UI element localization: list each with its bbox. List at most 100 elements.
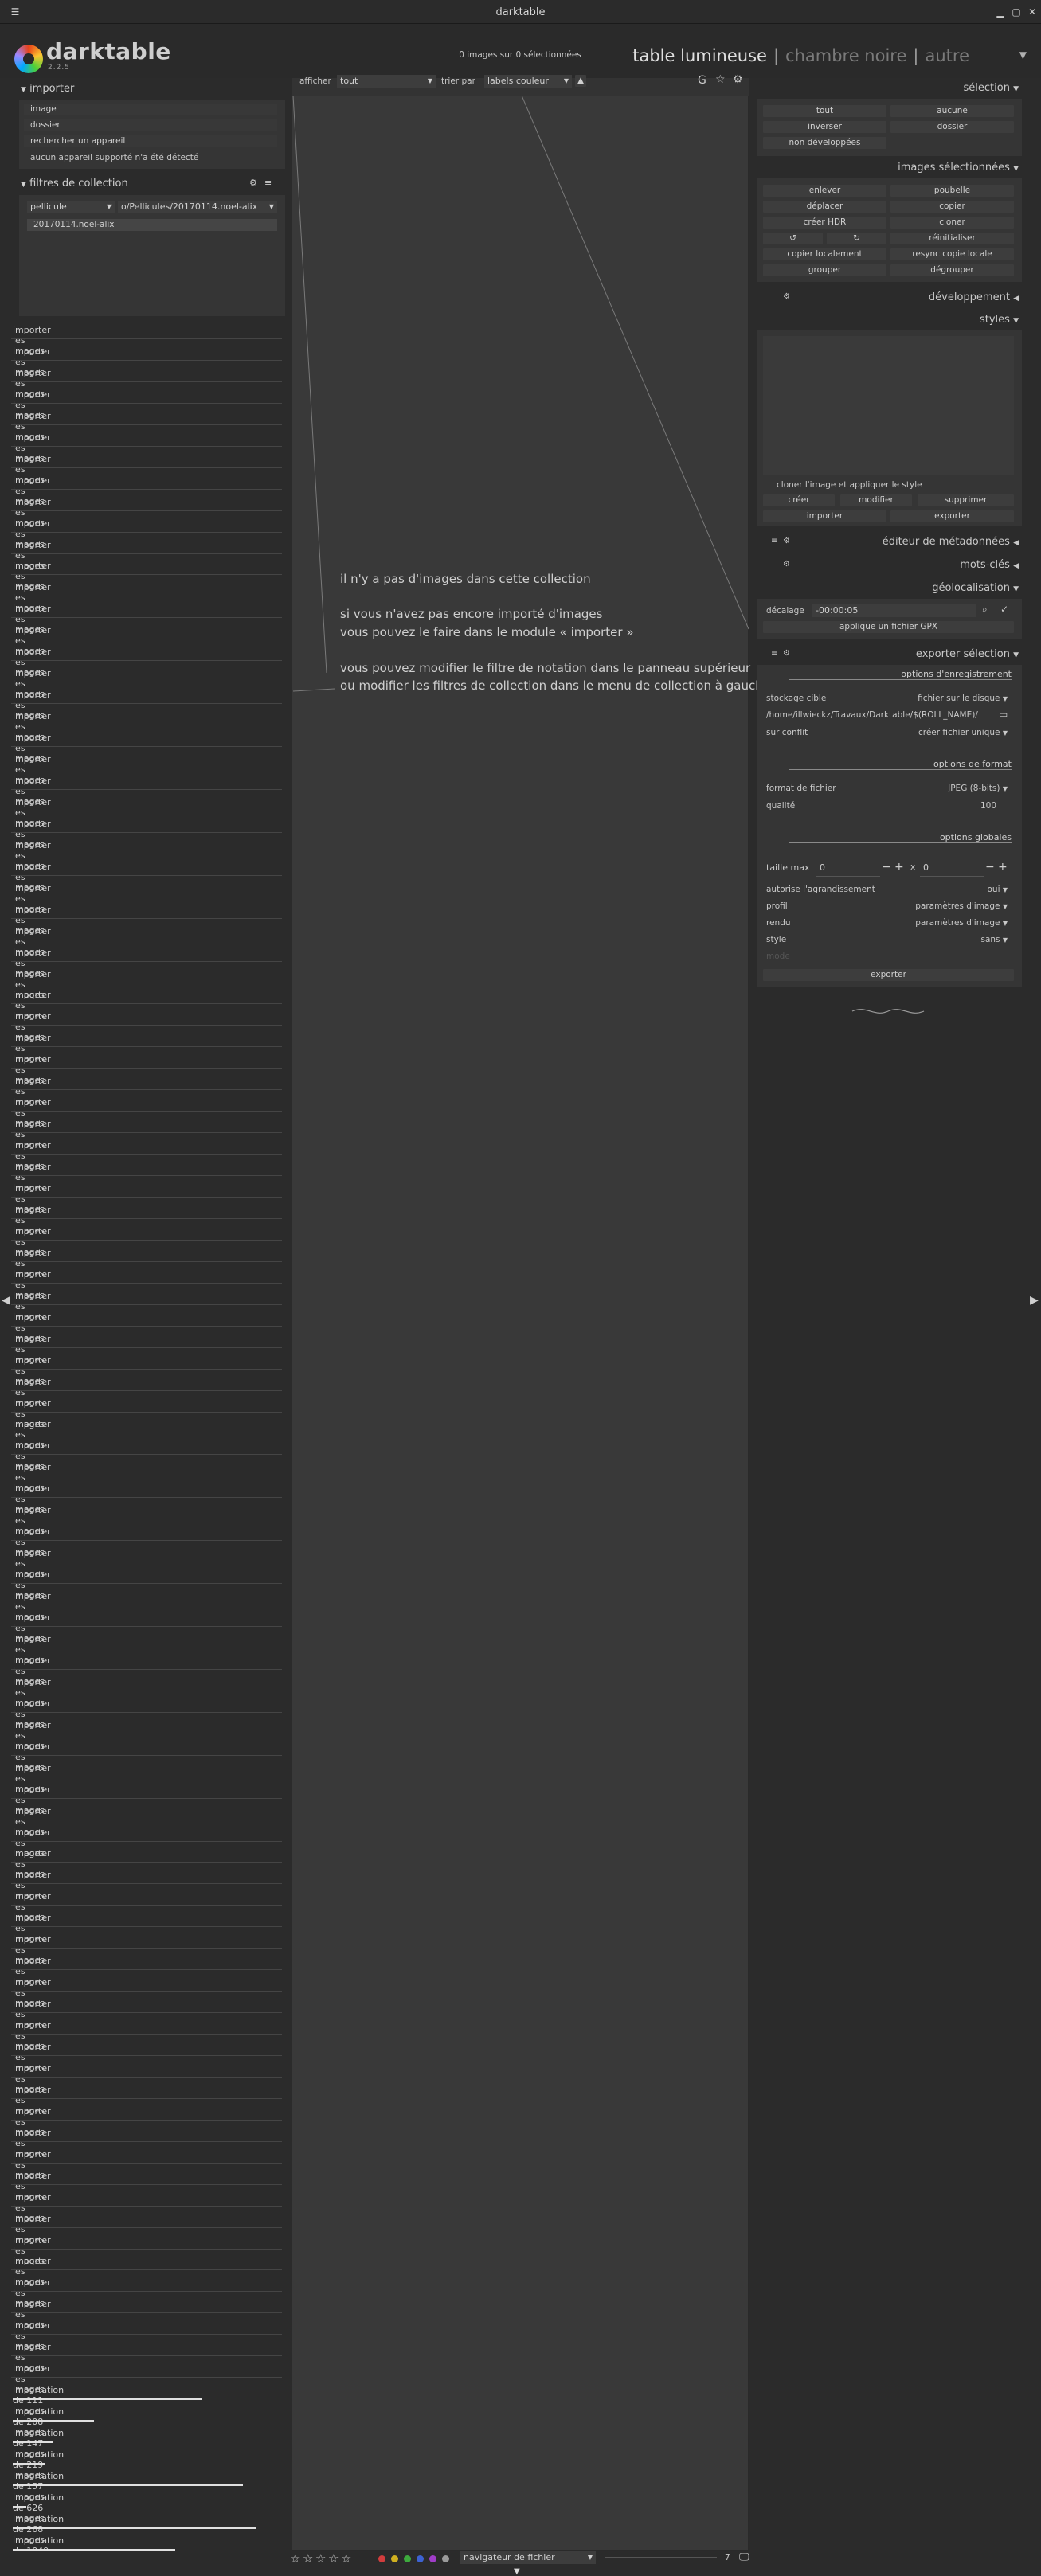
tagging-module-title[interactable]: mots-clés ◀ [960, 559, 1019, 571]
intent-dropdown[interactable]: paramètres d'image ▼ [915, 918, 1008, 928]
left-panel-collapse-icon[interactable]: ◀ [2, 1294, 10, 1307]
color-label-yellow-icon[interactable] [391, 2555, 398, 2562]
create-style-button[interactable]: créer [763, 494, 835, 506]
minus-icon[interactable]: − [882, 861, 891, 874]
max-width-value: 0 [820, 862, 825, 873]
geotag-title-text: géolocalisation [932, 582, 1010, 594]
gear-icon[interactable]: ⚙ [783, 560, 790, 569]
invert-selection-button[interactable]: inverser [763, 121, 886, 133]
select-none-button[interactable]: aucune [890, 105, 1014, 117]
color-label-purple-icon[interactable] [429, 2555, 436, 2562]
format-options-header: options de format [789, 759, 1012, 770]
file-format-dropdown[interactable]: JPEG (8-bits) ▼ [948, 784, 1008, 793]
resync-local-copy-button[interactable]: resync copie locale [890, 248, 1014, 260]
ungroup-button[interactable]: dégrouper [890, 264, 1014, 276]
zoom-slider[interactable] [605, 2557, 717, 2558]
check-icon[interactable]: ✓ [1000, 604, 1008, 615]
intent-label: rendu [766, 918, 791, 928]
delete-style-button[interactable]: supprimer [918, 494, 1014, 506]
reset-button[interactable]: réinitialiser [890, 233, 1014, 244]
chevron-down-icon: ▼ [1002, 729, 1008, 737]
duplicate-button[interactable]: cloner [890, 217, 1014, 229]
apply-gpx-button[interactable]: applique un fichier GPX [763, 621, 1014, 633]
star-5-icon[interactable]: ☆ [341, 2551, 351, 2566]
profile-dropdown[interactable]: paramètres d'image ▼ [915, 901, 1008, 911]
offset-input[interactable]: -00:00:05 [812, 604, 976, 617]
layout-value: navigateur de fichier [464, 2552, 555, 2562]
bottom-panel-collapse-icon[interactable]: ▼ [514, 2567, 520, 2576]
style-dropdown[interactable]: sans ▼ [980, 935, 1008, 944]
selected-images-module-title[interactable]: images sélectionnées ▼ [898, 162, 1019, 174]
max-size-label: taille max [766, 862, 810, 873]
select-untouched-button[interactable]: non développées [763, 137, 886, 149]
presets-icon[interactable]: ≡ [771, 537, 777, 545]
styles-module-title[interactable]: styles ▼ [980, 314, 1019, 326]
plus-icon[interactable]: + [998, 861, 1008, 874]
search-icon[interactable]: ⌕ [982, 604, 988, 616]
plus-icon[interactable]: + [894, 861, 904, 874]
import-style-button[interactable]: importer [763, 510, 886, 522]
target-storage-dropdown[interactable]: fichier sur le disque ▼ [918, 694, 1008, 703]
export-module-title[interactable]: exporter sélection ▼ [916, 648, 1019, 660]
color-label-gray-icon[interactable] [442, 2555, 449, 2562]
edit-style-button[interactable]: modifier [840, 494, 912, 506]
select-all-button[interactable]: tout [763, 105, 886, 117]
zoom-value: 7 [725, 2553, 730, 2562]
tagging-title-text: mots-clés [960, 559, 1010, 571]
expand-triangle-icon: ▼ [1013, 317, 1019, 325]
max-width-input[interactable]: 0 [816, 859, 880, 877]
color-label-blue-icon[interactable] [417, 2555, 424, 2562]
copy-button[interactable]: copier [890, 201, 1014, 213]
mode-label: mode [766, 952, 790, 961]
chevron-down-icon: ▼ [1002, 903, 1008, 910]
rotate-right-button[interactable]: ↻ [827, 233, 886, 244]
right-panel-collapse-icon[interactable]: ▶ [1030, 1294, 1039, 1307]
minus-icon[interactable]: − [985, 861, 995, 874]
chevron-down-icon: ▼ [1002, 695, 1008, 702]
color-label-red-icon[interactable] [378, 2555, 385, 2562]
chevron-down-icon: ▼ [1002, 936, 1008, 944]
group-button[interactable]: grouper [763, 264, 886, 276]
collapse-triangle-icon: ◀ [1013, 539, 1019, 547]
rotate-left-button[interactable]: ↺ [763, 233, 823, 244]
gear-icon[interactable]: ⚙ [783, 537, 790, 545]
geotag-module-title[interactable]: géolocalisation ▼ [932, 582, 1019, 594]
copy-locally-button[interactable]: copier localement [763, 248, 886, 260]
export-button[interactable]: exporter [763, 969, 1014, 981]
trash-button[interactable]: poubelle [890, 185, 1014, 197]
star-4-icon[interactable]: ☆ [328, 2551, 339, 2566]
profile-value: paramètres d'image [915, 901, 1000, 911]
folder-icon[interactable]: ▭ [999, 709, 1008, 720]
star-2-icon[interactable]: ☆ [303, 2551, 313, 2566]
layout-dropdown[interactable]: navigateur de fichier ▼ [460, 2551, 596, 2564]
selection-module-title[interactable]: sélection ▼ [964, 82, 1019, 94]
panel-end-ornament [851, 1009, 925, 1014]
select-film-button[interactable]: dossier [890, 121, 1014, 133]
remove-button[interactable]: enlever [763, 185, 886, 197]
star-3-icon[interactable]: ☆ [315, 2551, 326, 2566]
export-path-input[interactable]: /home/illwieckz/Travaux/Darktable/$(ROLL… [766, 710, 993, 720]
create-hdr-button[interactable]: créer HDR [763, 217, 886, 229]
max-height-value: 0 [923, 862, 929, 873]
selection-title-text: sélection [963, 82, 1010, 94]
expand-triangle-icon: ▼ [1013, 165, 1019, 173]
display-icon[interactable]: 🖵 [739, 2551, 749, 2563]
offset-label: décalage [766, 606, 804, 616]
metadata-module-title[interactable]: éditeur de métadonnées ◀ [883, 536, 1019, 548]
star-1-icon[interactable]: ☆ [290, 2551, 300, 2566]
upscale-value: oui [987, 885, 1000, 894]
clone-and-apply-style-checkbox[interactable]: cloner l'image et appliquer le style [777, 480, 922, 490]
gear-icon[interactable]: ⚙ [783, 292, 790, 301]
color-label-green-icon[interactable] [404, 2555, 411, 2562]
expand-triangle-icon: ▼ [1013, 651, 1019, 659]
gear-icon[interactable]: ⚙ [783, 649, 790, 658]
intent-value: paramètres d'image [915, 918, 1000, 928]
history-module-title[interactable]: développement ◀ [929, 291, 1019, 303]
max-height-input[interactable]: 0 [920, 859, 984, 877]
on-conflict-dropdown[interactable]: créer fichier unique ▼ [918, 728, 1008, 737]
move-button[interactable]: déplacer [763, 201, 886, 213]
styles-list[interactable] [763, 336, 1014, 475]
export-style-button[interactable]: exporter [890, 510, 1014, 522]
presets-icon[interactable]: ≡ [771, 649, 777, 658]
upscale-dropdown[interactable]: oui ▼ [988, 885, 1008, 894]
